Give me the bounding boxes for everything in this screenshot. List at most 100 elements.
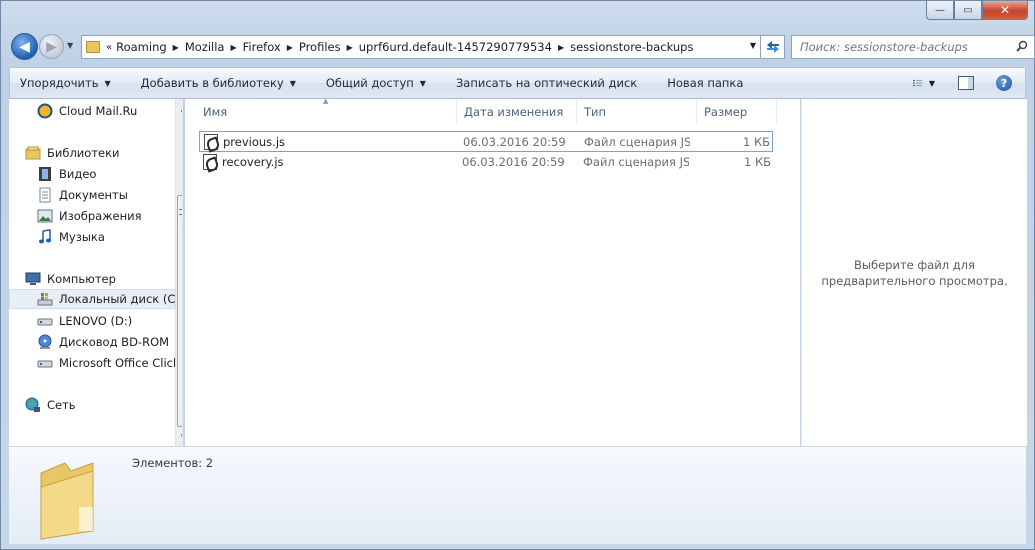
sidebar-item-label: Библиотеки <box>47 146 120 160</box>
column-label: Размер <box>704 105 748 119</box>
sidebar-item-bd-rom[interactable]: Дисковод BD-ROM <box>37 332 182 352</box>
nav-scrollbar[interactable]: ▲ ▼ <box>175 99 182 446</box>
add-to-library-menu[interactable]: Добавить в библиотеку ▼ <box>141 76 296 90</box>
column-label: Имя <box>203 105 228 119</box>
sidebar-item-computer[interactable]: Компьютер <box>25 269 182 289</box>
folder-icon <box>40 462 94 540</box>
column-header-name[interactable]: Имя ▲ <box>185 97 457 125</box>
chevron-down-icon: ▼ <box>289 78 296 88</box>
table-row[interactable]: recovery.js 06.03.2016 20:59 Файл сценар… <box>199 152 773 173</box>
scroll-down-icon[interactable]: ▼ <box>176 429 182 444</box>
network-icon <box>25 397 40 412</box>
help-icon: ? <box>996 75 1012 91</box>
new-folder-button[interactable]: Новая папка <box>667 76 743 90</box>
search-icon[interactable] <box>1016 40 1028 52</box>
search-box[interactable] <box>791 35 1035 59</box>
sidebar-item-label: Microsoft Office Click-to-Run <box>59 356 183 370</box>
breadcrumb-item[interactable]: Firefox <box>243 40 281 54</box>
navigation-pane: Cloud Mail.Ru Библиотеки Видео Документы <box>9 99 183 446</box>
file-name: recovery.js <box>222 155 284 169</box>
local-disk-icon <box>37 293 53 306</box>
maximize-button[interactable]: ▭ <box>954 1 982 20</box>
organize-menu[interactable]: Упорядочить ▼ <box>20 76 111 90</box>
sidebar-item-lenovo[interactable]: LENOVO (D:) <box>37 311 182 331</box>
preview-pane-icon <box>958 76 974 90</box>
file-date: 06.03.2016 20:59 <box>462 155 565 169</box>
table-row[interactable]: previous.js 06.03.2016 20:59 Файл сценар… <box>199 131 773 152</box>
preview-message: Выберите файл для предварительного просм… <box>821 257 1008 288</box>
refresh-button[interactable] <box>761 35 785 59</box>
sidebar-item-images[interactable]: Изображения <box>37 206 182 226</box>
view-list-icon <box>913 79 923 87</box>
column-header-date[interactable]: Дата изменения <box>457 99 577 125</box>
breadcrumb-overflow[interactable]: « <box>106 42 112 53</box>
breadcrumb-item[interactable]: Mozilla <box>185 40 225 54</box>
file-list: Имя ▲ Дата изменения Тип Размер previous… <box>185 97 800 446</box>
sidebar-item-libraries[interactable]: Библиотеки <box>25 143 182 163</box>
close-button[interactable]: ✕ <box>982 1 1028 20</box>
sidebar-item-office[interactable]: Microsoft Office Click-to-Run <box>37 353 183 373</box>
sidebar-item-local-disk[interactable]: Локальный диск (C:) <box>9 289 182 309</box>
search-input[interactable] <box>800 40 1000 54</box>
sidebar-item-label: Видео <box>59 167 97 181</box>
documents-icon <box>39 187 51 203</box>
sort-ascending-icon: ▲ <box>323 97 329 105</box>
bd-rom-icon <box>38 334 52 349</box>
video-icon <box>39 167 51 181</box>
cloud-mail-icon <box>37 103 53 119</box>
sidebar-item-label: Компьютер <box>47 272 116 286</box>
sidebar-item-video[interactable]: Видео <box>37 164 182 184</box>
folder-icon <box>86 41 100 53</box>
back-button[interactable]: ◀ <box>11 33 38 60</box>
address-bar[interactable]: « Roaming ▶ Mozilla ▶ Firefox ▶ Profiles… <box>81 35 761 59</box>
chevron-right-icon[interactable]: ▶ <box>230 43 236 52</box>
grip-icon <box>179 209 182 215</box>
breadcrumb-item[interactable]: Profiles <box>299 40 341 54</box>
column-header-size[interactable]: Размер <box>697 99 777 125</box>
forward-button[interactable]: ▶ <box>39 34 64 59</box>
burn-button[interactable]: Записать на оптический диск <box>456 76 637 90</box>
view-options-button[interactable]: ▼ <box>913 74 935 92</box>
images-icon <box>37 209 53 223</box>
sidebar-item-label: Изображения <box>59 209 142 223</box>
sidebar-item-cloud-mail[interactable]: Cloud Mail.Ru <box>37 101 182 121</box>
chevron-right-icon[interactable]: ▶ <box>173 43 179 52</box>
file-size: 1 КБ <box>742 135 770 149</box>
refresh-icon <box>766 41 779 53</box>
breadcrumb-item[interactable]: sessionstore-backups <box>570 40 693 54</box>
column-header-type[interactable]: Тип <box>577 99 697 125</box>
minimize-button[interactable]: — <box>926 1 954 20</box>
help-button[interactable]: ? <box>993 74 1015 92</box>
share-menu[interactable]: Общий доступ ▼ <box>326 76 426 90</box>
sidebar-item-network[interactable]: Сеть <box>25 395 182 415</box>
sidebar-item-documents[interactable]: Документы <box>37 185 182 205</box>
breadcrumb-item[interactable]: uprf6urd.default-1457290779534 <box>359 40 552 54</box>
navigation-bar: ◀ ▶ ▼ « Roaming ▶ Mozilla ▶ Firefox ▶ Pr… <box>9 33 1035 61</box>
chevron-down-icon: ▼ <box>419 78 426 88</box>
address-dropdown-icon[interactable]: ▼ <box>750 41 756 50</box>
chevron-right-icon[interactable]: ▶ <box>287 43 293 52</box>
recent-pages-dropdown[interactable]: ▼ <box>67 41 73 50</box>
file-size: 1 КБ <box>743 155 771 169</box>
breadcrumb: Roaming ▶ Mozilla ▶ Firefox ▶ Profiles ▶… <box>116 40 693 54</box>
preview-pane: Выберите файл для предварительного просм… <box>801 99 1027 446</box>
add-to-library-label: Добавить в библиотеку <box>140 76 284 90</box>
preview-pane-toggle[interactable] <box>955 74 977 92</box>
computer-icon <box>25 272 41 285</box>
burn-label: Записать на оптический диск <box>455 76 638 90</box>
explorer-window: — ▭ ✕ ◀ ▶ ▼ « Roaming ▶ Mozilla ▶ Firefo… <box>0 0 1035 550</box>
new-folder-label: Новая папка <box>667 76 744 90</box>
chevron-down-icon: ▼ <box>928 78 935 88</box>
sidebar-item-music[interactable]: Музыка <box>37 227 182 247</box>
toolbar-right: ▼ ? <box>901 74 1015 92</box>
file-date: 06.03.2016 20:59 <box>463 135 566 149</box>
scrollbar-thumb[interactable] <box>177 195 182 427</box>
sidebar-item-label: Музыка <box>59 230 105 244</box>
chevron-right-icon[interactable]: ▶ <box>347 43 353 52</box>
breadcrumb-item[interactable]: Roaming <box>116 40 167 54</box>
chevron-right-icon[interactable]: ▶ <box>558 43 564 52</box>
caption-buttons: — ▭ ✕ <box>926 1 1028 20</box>
js-file-icon <box>203 154 217 170</box>
scroll-up-icon[interactable]: ▲ <box>176 101 182 116</box>
file-type: Файл сценария JS... <box>584 135 690 149</box>
